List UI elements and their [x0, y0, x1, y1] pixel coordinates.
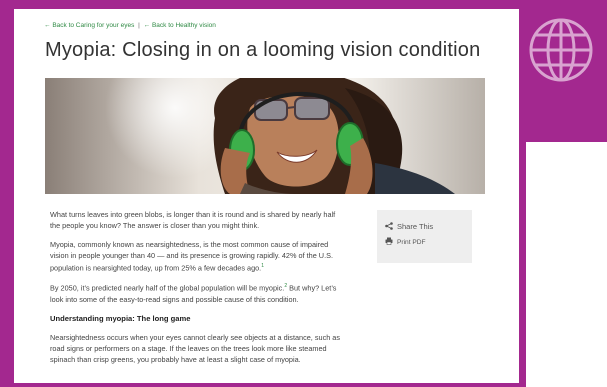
breadcrumb-link-healthy[interactable]: Back to Healthy vision — [152, 22, 216, 29]
page-title: Myopia: Closing in on a looming vision c… — [45, 39, 481, 61]
share-panel: Share This Print PDF — [377, 210, 472, 263]
breadcrumb: ← Back to Caring for your eyes | ← Back … — [44, 22, 216, 29]
article-paragraph: Myopia, commonly known as nearsightednes… — [50, 239, 340, 273]
back-arrow-icon: ← — [143, 22, 151, 29]
breadcrumb-separator: | — [138, 22, 140, 29]
globe-tile — [517, 0, 607, 142]
globe-icon — [529, 18, 593, 82]
share-label: Share This — [397, 222, 434, 231]
article-paragraph: Nearsightedness occurs when your eyes ca… — [50, 332, 341, 364]
paragraph-text: Myopia, commonly known as nearsightednes… — [50, 240, 333, 273]
article-page: ← Back to Caring for your eyes | ← Back … — [14, 9, 519, 383]
footnote-link[interactable]: 1 — [261, 263, 264, 269]
article-body: What turns leaves into green blobs, is l… — [50, 209, 340, 373]
back-arrow-icon: ← — [44, 22, 51, 29]
article-paragraph: By 2050, it’s predicted nearly half of t… — [50, 281, 340, 304]
paragraph-text: By 2050, it’s predicted nearly half of t… — [50, 283, 285, 293]
printer-icon — [385, 237, 393, 245]
share-button[interactable]: Share This — [385, 222, 433, 231]
share-icon — [385, 222, 393, 230]
hero-image — [45, 78, 485, 194]
article-paragraph: What turns leaves into green blobs, is l… — [50, 210, 336, 230]
breadcrumb-link-caring[interactable]: Back to Caring for your eyes — [52, 22, 134, 29]
print-label: Print PDF — [397, 239, 426, 246]
section-heading: Understanding myopia: The long game — [50, 313, 191, 323]
print-button[interactable]: Print PDF — [385, 237, 426, 246]
